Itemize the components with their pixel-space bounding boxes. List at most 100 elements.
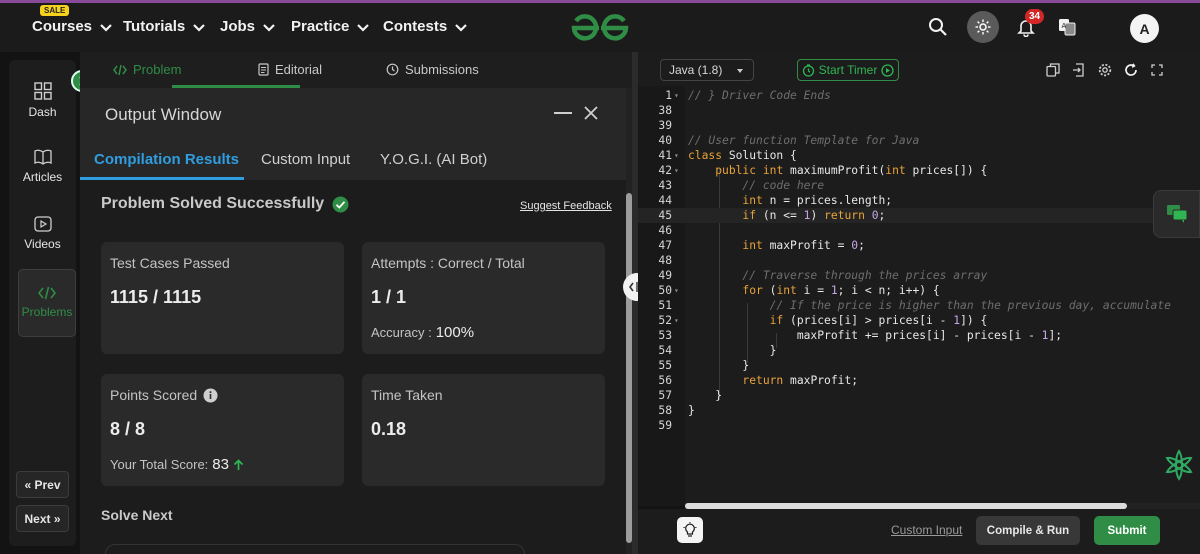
line-number: 50: [658, 284, 672, 297]
play-icon: [33, 216, 52, 232]
active-tab-indicator: [80, 177, 244, 180]
code-line[interactable]: 43 // code here: [638, 178, 1200, 193]
line-source: // code here: [742, 179, 825, 192]
info-icon[interactable]: [203, 388, 218, 403]
tab-yogi-ai-bot[interactable]: Y.O.G.I. (AI Bot): [380, 151, 487, 168]
code-line[interactable]: 48: [638, 253, 1200, 268]
custom-input-link[interactable]: Custom Input: [891, 523, 962, 537]
suggest-feedback-link[interactable]: Suggest Feedback: [520, 200, 612, 212]
code-editor[interactable]: 1 ▾// } Driver Code Ends 38 39 40// User fun…: [638, 86, 1200, 506]
code-line[interactable]: 40 // User function Template for Java: [638, 133, 1200, 148]
output-title: Output Window: [105, 105, 222, 124]
line-number: 46: [658, 224, 672, 237]
line-number: 43: [658, 179, 672, 192]
line-source: // Traverse through the prices array: [742, 269, 988, 282]
code-line[interactable]: 41 ▾ class Solution {: [638, 148, 1200, 163]
code-line[interactable]: 38: [638, 103, 1200, 118]
lightbulb-icon[interactable]: [677, 517, 703, 543]
chat-icon[interactable]: [1153, 190, 1200, 238]
line-source: }: [688, 359, 750, 372]
sidebar-item-dash[interactable]: Dash: [9, 82, 76, 119]
nav-jobs[interactable]: Jobs: [220, 18, 277, 35]
tab-submissions[interactable]: Submissions: [386, 62, 479, 77]
code-line[interactable]: 49 // Traverse through the prices array: [638, 268, 1200, 283]
language-select[interactable]: Java (1.8): [660, 59, 754, 81]
avatar[interactable]: A: [1130, 14, 1159, 43]
line-number: 52: [658, 314, 672, 327]
editor-tool-icons: [1044, 61, 1166, 79]
line-number: 56: [658, 374, 672, 387]
next-problem-card[interactable]: [105, 544, 525, 554]
code-line[interactable]: 56 return maxProfit;: [638, 373, 1200, 388]
nav-practice[interactable]: Practice: [291, 18, 371, 35]
tab-compilation-results[interactable]: Compilation Results: [94, 151, 239, 168]
chevron-down-icon: [100, 23, 112, 32]
geeksforgeeks-logo[interactable]: [570, 13, 630, 43]
tab-problem[interactable]: Problem: [113, 62, 181, 77]
line-source: }: [688, 389, 723, 402]
line-number: 1: [665, 89, 672, 102]
line-number: 42: [658, 164, 672, 177]
search-icon[interactable]: [922, 11, 954, 43]
code-line[interactable]: 57 }: [638, 388, 1200, 403]
ai-assistant-icon[interactable]: [1163, 449, 1195, 481]
prev-button[interactable]: « Prev: [16, 471, 69, 498]
code-line[interactable]: 47 int maxProfit = 0;: [638, 238, 1200, 253]
code-line[interactable]: 46: [638, 223, 1200, 238]
tab-editorial[interactable]: Editorial: [258, 62, 322, 77]
submit-button[interactable]: Submit: [1094, 516, 1160, 545]
fold-arrow-icon[interactable]: ▾: [674, 163, 679, 178]
status-message: Problem Solved Successfully: [101, 195, 349, 213]
theme-toggle-icon[interactable]: [967, 11, 999, 43]
code-line[interactable]: 54 }: [638, 343, 1200, 358]
code-line[interactable]: 53 maxProfit += prices[i] - prices[i - 1…: [638, 328, 1200, 343]
code-line[interactable]: 59: [638, 418, 1200, 433]
nav-tutorials[interactable]: Tutorials: [123, 18, 207, 35]
code-icon: [38, 286, 56, 300]
sidebar-item-videos[interactable]: Videos: [9, 216, 76, 251]
fold-arrow-icon[interactable]: ▾: [674, 88, 679, 103]
sidebar-item-articles[interactable]: Articles: [9, 149, 76, 184]
book-icon: [33, 149, 52, 165]
import-file-icon[interactable]: [1070, 61, 1088, 79]
code-line[interactable]: 55 }: [638, 358, 1200, 373]
line-number: 53: [658, 329, 672, 342]
reset-icon[interactable]: [1122, 61, 1140, 79]
code-line[interactable]: 51 // If the price is higher than the pr…: [638, 298, 1200, 313]
code-line[interactable]: 45 if (n <= 1) return 0;: [638, 208, 1200, 223]
line-number: 40: [658, 134, 672, 147]
next-button[interactable]: Next »: [16, 505, 69, 532]
code-line[interactable]: 44 int n = prices.length;: [638, 193, 1200, 208]
code-line[interactable]: 42 ▾ public int maximumProfit(int prices[…: [638, 163, 1200, 178]
settings-icon[interactable]: [1096, 61, 1114, 79]
minimize-icon[interactable]: [554, 112, 572, 114]
code-line[interactable]: 50 ▾ for (int i = 1; i < n; i++) {: [638, 283, 1200, 298]
tab-custom-input[interactable]: Custom Input: [261, 151, 350, 168]
line-number: 38: [658, 104, 672, 117]
chevron-down-icon: [193, 23, 206, 32]
fullscreen-icon[interactable]: [1148, 61, 1166, 79]
fold-arrow-icon[interactable]: ▾: [674, 313, 679, 328]
test-cases-card: Test Cases Passed 1115 / 1115: [101, 242, 344, 354]
fold-arrow-icon[interactable]: ▾: [674, 283, 679, 298]
line-source: }: [688, 404, 695, 417]
nav-contests[interactable]: Contests: [383, 18, 469, 35]
fold-arrow-icon[interactable]: ▾: [674, 148, 679, 163]
code-line[interactable]: 39: [638, 118, 1200, 133]
line-number: 48: [658, 254, 672, 267]
svg-text:A: A: [1062, 22, 1067, 30]
line-number: 45: [658, 209, 672, 222]
solve-next-heading: Solve Next: [101, 507, 173, 523]
time-taken-card: Time Taken 0.18: [362, 374, 605, 486]
code-line[interactable]: 52 ▾ if (prices[i] > prices[i - 1]) {: [638, 313, 1200, 328]
copy-icon[interactable]: [1044, 61, 1062, 79]
close-icon[interactable]: [584, 106, 598, 120]
line-number: 54: [658, 344, 672, 357]
translate-icon[interactable]: A: [1051, 11, 1083, 43]
start-timer-button[interactable]: Start Timer: [797, 59, 899, 81]
code-line[interactable]: 58}: [638, 403, 1200, 418]
code-line[interactable]: 1 ▾ // } Driver Code Ends: [638, 88, 1200, 103]
sidebar-item-problems[interactable]: Problems: [18, 269, 76, 337]
nav-courses[interactable]: Courses: [32, 18, 114, 35]
compile-run-button[interactable]: Compile & Run: [976, 516, 1080, 545]
